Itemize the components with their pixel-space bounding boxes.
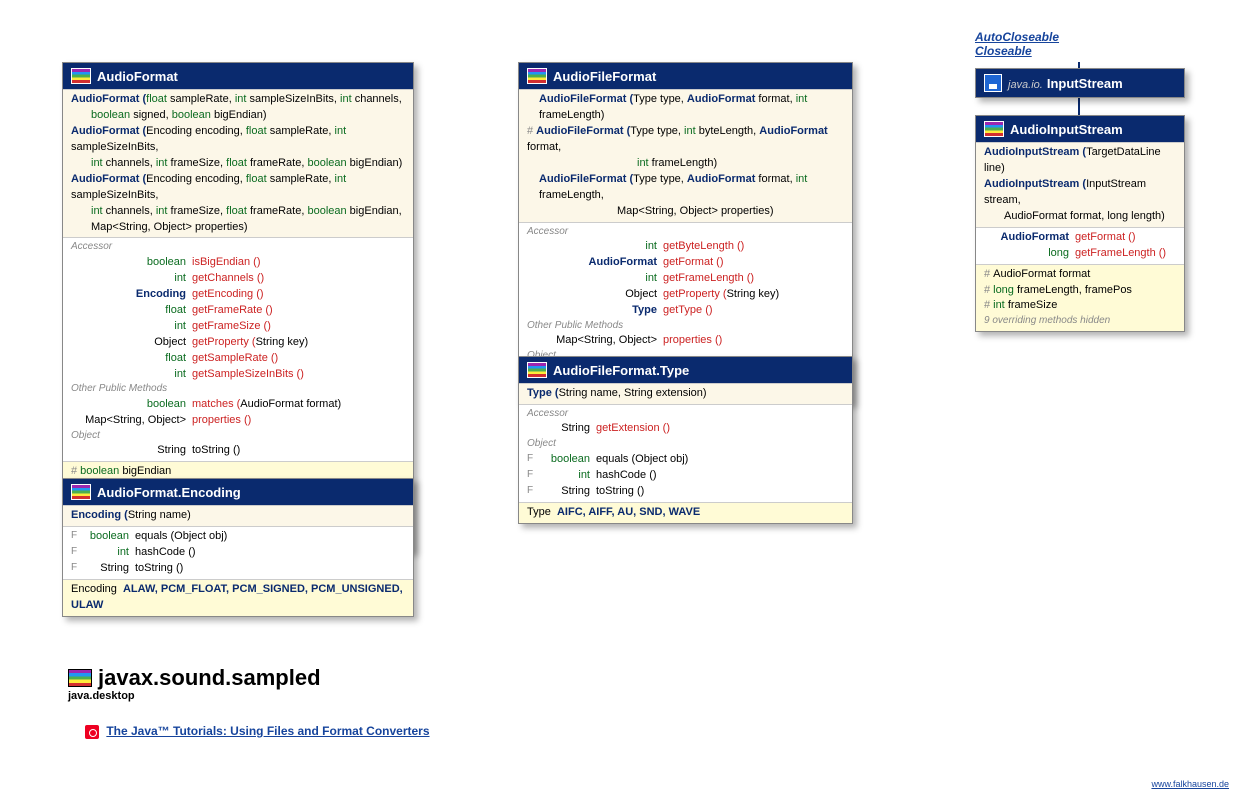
footer-link[interactable]: www.falkhausen.de bbox=[1151, 779, 1229, 789]
class-header: java.io.InputStream bbox=[976, 69, 1184, 97]
class-audiofileformat: AudioFileFormat AudioFileFormat (Type ty… bbox=[518, 62, 853, 404]
module-name: java.desktop bbox=[68, 690, 135, 702]
constructors: AudioFormat (float sampleRate, int sampl… bbox=[63, 89, 413, 237]
constructors: Encoding (String name) bbox=[63, 505, 413, 526]
class-icon bbox=[527, 68, 547, 84]
constants: Type AIFC, AIFF, AU, SND, WAVE bbox=[519, 502, 852, 523]
oracle-icon bbox=[85, 725, 99, 739]
class-header: AudioFileFormat bbox=[519, 63, 852, 89]
class-audioinputstream: AudioInputStream AudioInputStream (Targe… bbox=[975, 115, 1185, 332]
class-header: AudioFileFormat.Type bbox=[519, 357, 852, 383]
class-inputstream: java.io.InputStream bbox=[975, 68, 1185, 98]
closeable-link[interactable]: Closeable bbox=[975, 44, 1059, 58]
autocloseable-link[interactable]: AutoCloseable bbox=[975, 30, 1059, 44]
constructors: Type (String name, String extension) bbox=[519, 383, 852, 404]
class-header: AudioFormat bbox=[63, 63, 413, 89]
tutorial-link[interactable]: The Java™ Tutorials: Using Files and For… bbox=[85, 724, 430, 739]
constants: Encoding ALAW, PCM_FLOAT, PCM_SIGNED, PC… bbox=[63, 579, 413, 616]
package-title: javax.sound.sampled bbox=[68, 665, 321, 691]
disk-icon bbox=[984, 74, 1002, 92]
class-icon bbox=[527, 362, 547, 378]
class-type: AudioFileFormat.Type Type (String name, … bbox=[518, 356, 853, 524]
class-encoding: AudioFormat.Encoding Encoding (String na… bbox=[62, 478, 414, 617]
constructors: AudioFileFormat (Type type, AudioFormat … bbox=[519, 89, 852, 222]
class-icon bbox=[984, 121, 1004, 137]
constructors: AudioInputStream (TargetDataLine line) A… bbox=[976, 142, 1184, 227]
methods: AudioFormatgetFormat () longgetFrameLeng… bbox=[976, 227, 1184, 264]
class-icon bbox=[71, 484, 91, 500]
fields: #AudioFormat format #long frameLength, f… bbox=[976, 264, 1184, 331]
package-icon bbox=[68, 669, 92, 687]
interface-links: AutoCloseable Closeable bbox=[975, 30, 1059, 58]
class-icon bbox=[71, 68, 91, 84]
methods: Accessor StringgetExtension () Object Fb… bbox=[519, 404, 852, 502]
methods: Accessor booleanisBigEndian () intgetCha… bbox=[63, 237, 413, 461]
methods: Fbooleanequals (Object obj) FinthashCode… bbox=[63, 526, 413, 579]
class-header: AudioInputStream bbox=[976, 116, 1184, 142]
class-header: AudioFormat.Encoding bbox=[63, 479, 413, 505]
